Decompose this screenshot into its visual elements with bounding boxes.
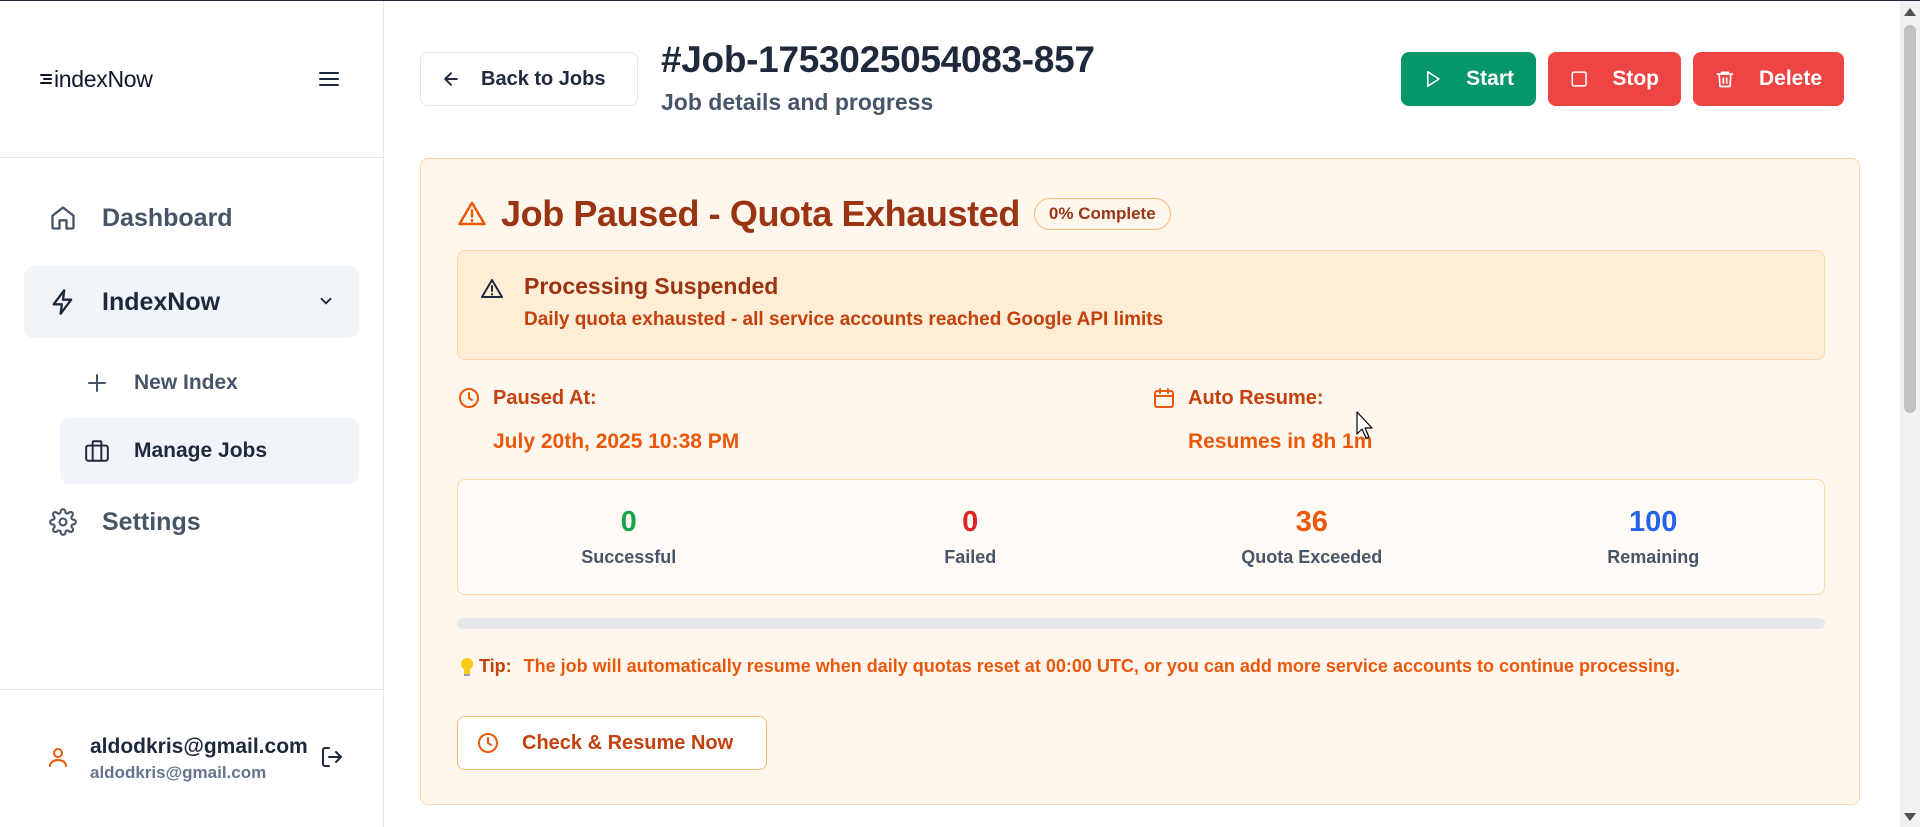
logout-icon[interactable]: [320, 745, 344, 774]
processing-suspended-alert: Processing Suspended Daily quota exhaust…: [457, 250, 1825, 360]
alert-title: Processing Suspended: [524, 273, 779, 299]
sidebar-item-label: Settings: [102, 507, 201, 536]
stat-quota-exceeded: 36 Quota Exceeded: [1141, 480, 1483, 594]
job-actions: Start Stop Delete: [1401, 52, 1844, 106]
back-to-jobs-button[interactable]: Back to Jobs: [420, 52, 638, 106]
auto-resume-info: Auto Resume: Resumes in 8h 1m: [1152, 386, 1372, 454]
warning-icon: [458, 201, 486, 226]
auto-resume-value: Resumes in 8h 1m: [1188, 430, 1373, 453]
user-icon: [46, 745, 70, 774]
stat-failed: 0 Failed: [800, 480, 1142, 594]
check-resume-button[interactable]: Check & Resume Now: [457, 716, 767, 770]
square-icon: [1571, 71, 1587, 87]
calendar-icon: [1154, 388, 1174, 408]
stat-value: 0: [962, 506, 979, 538]
stat-value: 36: [1295, 506, 1328, 538]
sidebar-subitem-manage-jobs[interactable]: Manage Jobs: [60, 418, 359, 484]
scroll-down-icon[interactable]: [1904, 813, 1916, 821]
start-label: Start: [1466, 67, 1514, 90]
play-icon: [1426, 71, 1440, 87]
stat-label: Failed: [944, 547, 997, 567]
page-scrollbar[interactable]: [1900, 1, 1920, 827]
arrow-left-icon: [444, 72, 458, 86]
paused-at-label-row: Paused At:: [457, 386, 739, 410]
check-resume-label: Check & Resume Now: [522, 731, 734, 754]
tip-message: Tip: The job will automatically resume w…: [457, 656, 1680, 677]
stop-button[interactable]: Stop: [1548, 52, 1681, 106]
stat-successful: 0 Successful: [458, 480, 800, 594]
sidebar-subitem-new-index[interactable]: New Index: [60, 350, 359, 416]
start-button[interactable]: Start: [1401, 52, 1536, 106]
brand-row: indexNow: [0, 1, 383, 158]
tip-text: The job will automatically resume when d…: [523, 656, 1680, 676]
lightbulb-icon: [457, 657, 477, 677]
home-icon: [48, 203, 78, 233]
paused-at-value: July 20th, 2025 10:38 PM: [493, 430, 740, 453]
sidebar-subitem-label: Manage Jobs: [134, 439, 268, 462]
user-info: aldodkris@gmail.com aldodkris@gmail.com: [90, 735, 320, 783]
zap-icon: [48, 287, 78, 317]
sidebar-subitem-label: New Index: [134, 371, 238, 394]
logo[interactable]: indexNow: [40, 66, 153, 93]
user-email: aldodkris@gmail.com: [90, 763, 267, 782]
chevron-down-icon[interactable]: [317, 288, 335, 317]
trash-icon: [1716, 71, 1734, 88]
sidebar-item-label: Dashboard: [102, 203, 233, 232]
job-status-panel: Job Paused - Quota Exhausted 0% Complete…: [420, 158, 1860, 805]
hamburger-icon[interactable]: [315, 65, 343, 93]
clock-icon: [459, 388, 479, 408]
gear-icon: [48, 507, 78, 537]
stat-remaining: 100 Remaining: [1483, 480, 1825, 594]
plus-icon: [84, 370, 110, 396]
alert-description: Daily quota exhausted - all service acco…: [524, 309, 1164, 330]
logo-mark-icon: [40, 74, 52, 84]
stat-label: Quota Exceeded: [1241, 547, 1383, 567]
status-header: Job Paused - Quota Exhausted 0% Complete: [457, 193, 1171, 235]
status-badge: 0% Complete: [1033, 198, 1171, 230]
delete-label: Delete: [1758, 67, 1822, 90]
paused-at-label: Paused At:: [493, 386, 597, 409]
main-content: Back to Jobs #Job-1753025054083-857 Job …: [384, 1, 1900, 827]
stat-label: Remaining: [1607, 547, 1700, 567]
delete-button[interactable]: Delete: [1693, 52, 1844, 106]
stop-label: Stop: [1612, 67, 1659, 90]
logo-text: indexNow: [54, 65, 153, 92]
auto-resume-label-row: Auto Resume:: [1152, 386, 1372, 410]
page-subtitle: Job details and progress: [661, 89, 934, 115]
page-title: #Job-1753025054083-857: [661, 39, 1095, 80]
scroll-up-icon[interactable]: [1904, 8, 1916, 16]
alert-triangle-icon: [480, 277, 504, 306]
stat-value: 0: [620, 506, 637, 538]
sidebar: indexNow Dashboard IndexNow New Index Ma…: [0, 1, 384, 827]
sidebar-item-settings[interactable]: Settings: [24, 486, 359, 558]
progress-bar: [457, 618, 1825, 629]
auto-resume-label: Auto Resume:: [1188, 386, 1324, 409]
scroll-thumb[interactable]: [1904, 25, 1916, 413]
status-title: Job Paused - Quota Exhausted: [501, 193, 1020, 234]
back-to-jobs-label: Back to Jobs: [481, 67, 606, 90]
clock-icon: [478, 733, 498, 753]
paused-at-info: Paused At: July 20th, 2025 10:38 PM: [457, 386, 739, 454]
stat-label: Successful: [581, 547, 677, 567]
sidebar-item-label: IndexNow: [102, 287, 221, 316]
job-stats: 0 Successful 0 Failed 36 Quota Exceeded …: [457, 479, 1825, 595]
user-panel: aldodkris@gmail.com aldodkris@gmail.com: [0, 689, 384, 827]
mouse-cursor-icon: [1356, 411, 1373, 439]
sidebar-item-indexnow[interactable]: IndexNow: [24, 266, 359, 338]
sidebar-item-dashboard[interactable]: Dashboard: [24, 182, 359, 254]
sidebar-nav: Dashboard IndexNow New Index Manage Jobs: [0, 158, 383, 594]
briefcase-icon: [84, 438, 110, 464]
stat-value: 100: [1629, 506, 1678, 538]
tip-label: Tip:: [479, 656, 512, 676]
user-name: aldodkris@gmail.com: [90, 735, 308, 758]
